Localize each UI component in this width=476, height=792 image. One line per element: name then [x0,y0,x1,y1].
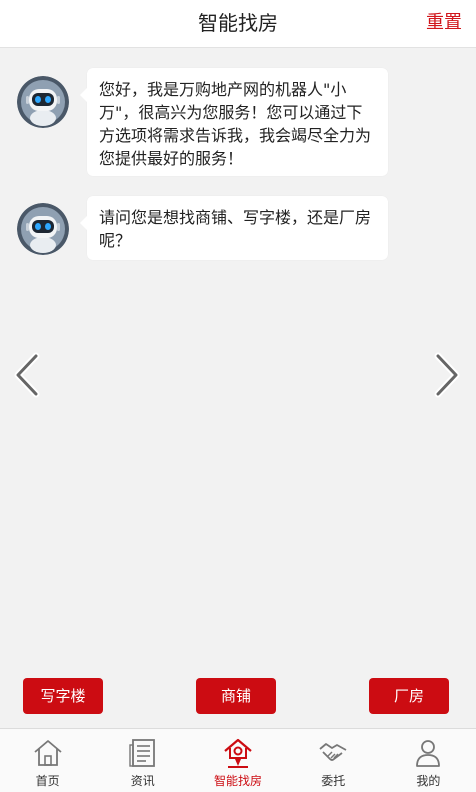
home-icon [34,740,62,766]
tab-smart-find[interactable]: 智能找房 [190,729,285,792]
tab-label: 委托 [321,774,346,788]
option-factory-button[interactable]: 厂房 [369,678,449,714]
news-icon [129,739,155,767]
chat-bubble: 请问您是想找商铺、写字楼，还是厂房呢？ [80,196,388,260]
tab-label: 首页 [35,774,60,788]
chat-bubble: 您好，我是万购地产网的机器人"小万"，很高兴为您服务！您可以通过下方选项将需求告… [80,68,388,176]
next-arrow-icon[interactable] [432,352,462,398]
tab-home[interactable]: 首页 [0,729,95,792]
option-office-button[interactable]: 写字楼 [23,678,103,714]
smart-house-icon [224,738,252,768]
tab-news[interactable]: 资讯 [95,729,190,792]
prev-arrow-icon[interactable] [12,352,42,398]
tab-mine[interactable]: 我的 [381,729,476,792]
tab-label: 我的 [416,774,441,788]
robot-avatar-icon [17,203,69,255]
page-title: 智能找房 [198,11,278,35]
option-buttons: 写字楼 商铺 厂房 [0,678,476,716]
top-bar: 智能找房 重置 [0,0,476,48]
tab-label: 资讯 [130,774,155,788]
bottom-tab-bar: 首页 资讯 智能找房 委托 我的 [0,728,476,792]
handshake-icon [319,743,347,761]
reset-button[interactable]: 重置 [426,0,462,48]
robot-avatar-icon [17,76,69,128]
tab-entrust[interactable]: 委托 [286,729,381,792]
user-icon [416,740,441,767]
tab-label: 智能找房 [214,774,263,788]
option-shop-button[interactable]: 商铺 [196,678,276,714]
